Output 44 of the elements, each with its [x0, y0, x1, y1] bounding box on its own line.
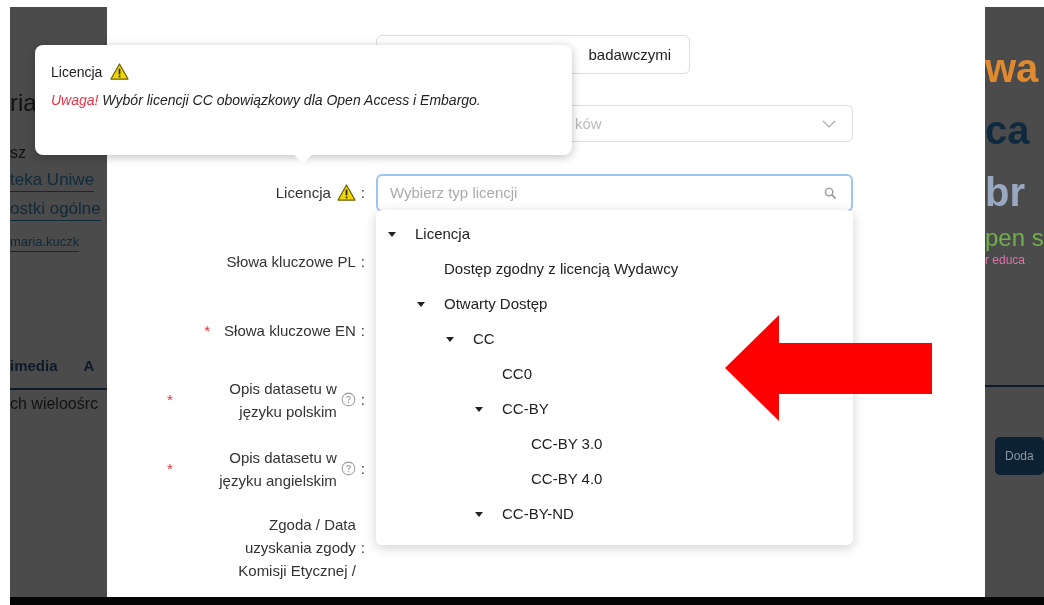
tree-item[interactable]: CC0: [502, 365, 532, 382]
tree-item[interactable]: Dostęp zgodny z licencją Wydawcy: [444, 260, 679, 277]
caret-down-icon[interactable]: [446, 334, 454, 343]
label-colon: :: [360, 322, 365, 339]
field-label: Zgoda / Data uzyskania zgody Komisji Etycznej /: [237, 515, 356, 581]
field-label: Słowa kluczowe EN: [224, 321, 356, 341]
caret-down-icon[interactable]: [388, 229, 396, 238]
tree-item[interactable]: CC-BY 4.0: [531, 470, 603, 487]
banner-text: r educa: [985, 253, 1026, 267]
search-icon: [824, 186, 837, 200]
tooltip-title: Licencja: [51, 63, 103, 80]
required-mark: *: [167, 391, 173, 408]
banner-text: wa: [985, 45, 1039, 92]
field-label: Opis datasetu w języku polskim: [228, 378, 337, 422]
label-colon: :: [360, 539, 365, 556]
field-label: Licencja: [275, 183, 331, 203]
page-heading: ria: [10, 88, 37, 118]
label-colon: :: [360, 460, 365, 477]
warning-icon: [110, 63, 130, 80]
search-field[interactable]: Wybierz typ licencji: [376, 173, 853, 212]
tree-item[interactable]: CC-BY 3.0: [531, 435, 603, 452]
tree-item[interactable]: CC: [473, 330, 495, 347]
tree-item[interactable]: Otwarty Dostęp: [444, 295, 548, 312]
field-label: Słowa kluczowe PL: [226, 252, 356, 272]
label-colon: :: [360, 391, 365, 408]
field-label: Opis datasetu w języku angielskim: [218, 447, 337, 491]
text: sz: [10, 143, 26, 163]
banner-text: pen s: [985, 223, 1044, 253]
caret-down-icon[interactable]: [475, 404, 483, 413]
label-colon: :: [360, 184, 365, 201]
banner-text: ca: [985, 107, 1030, 154]
tooltip-message: Uwaga! Wybór licencji CC obowiązkowy dla Open Access i Embargo.: [51, 92, 482, 108]
required-mark: *: [167, 460, 173, 477]
tree-item[interactable]: CC-BY: [502, 400, 549, 417]
label-colon: :: [360, 253, 365, 270]
banner-text: br: [985, 169, 1025, 216]
caret-down-icon[interactable]: [475, 509, 483, 518]
text: ch wieloośrc: [10, 394, 99, 414]
caret-down-icon[interactable]: [417, 299, 425, 308]
tree-item[interactable]: CC-BY-ND: [502, 505, 574, 522]
required-mark: *: [204, 322, 211, 339]
tree-item[interactable]: Licencja: [415, 225, 471, 242]
chevron-down-icon: [822, 119, 836, 128]
add-button[interactable]: Doda: [995, 437, 1044, 475]
